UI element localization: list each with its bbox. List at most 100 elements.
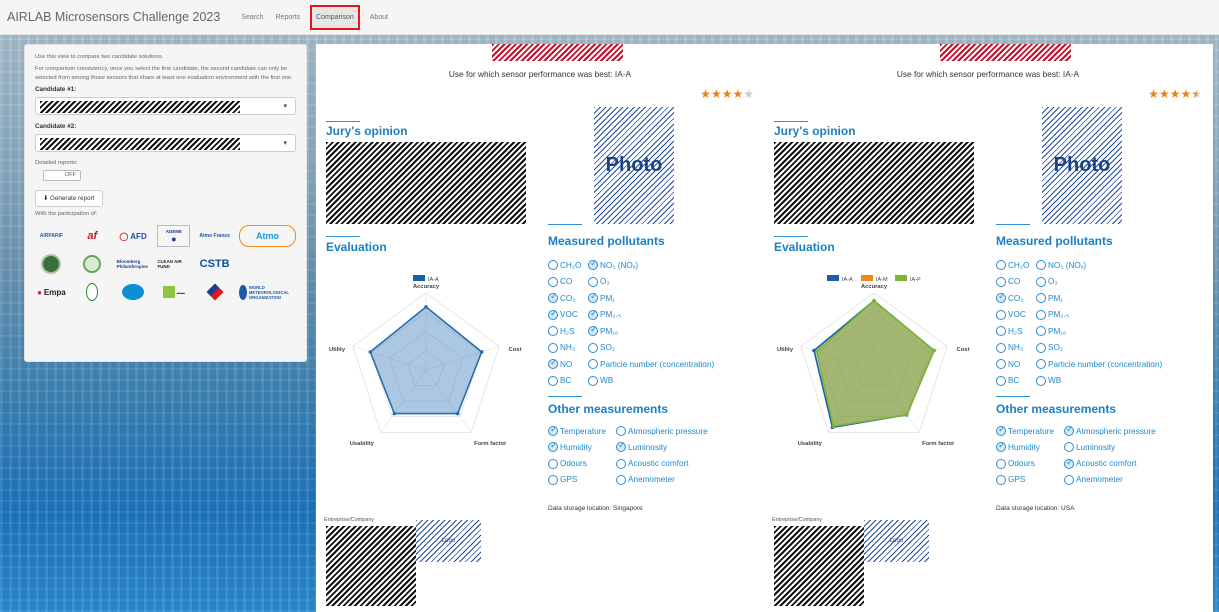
nav-reports[interactable]: Reports (276, 14, 301, 21)
measurement-label: H₂S (560, 326, 575, 336)
storage-location: Data storage location: USA (996, 505, 1075, 512)
logo-bloomberg: Bloomberg Philanthropies (116, 259, 148, 270)
partner-logos: AIRPARIF af ◯ AFD ADEME ● Atmo France Atmo… (35, 225, 296, 303)
radar-point (904, 413, 909, 417)
empty-circle-icon (1036, 326, 1046, 336)
measurement-label: Acoustic comfort (1076, 459, 1137, 469)
radar-series-IA-P (816, 299, 935, 428)
star-half-icon: ★ (1191, 87, 1202, 101)
measurement-label: Acoustic comfort (628, 459, 689, 469)
empty-circle-icon (616, 426, 626, 436)
radar-series-IA-A (369, 305, 483, 415)
empty-circle-icon (1064, 474, 1074, 485)
nav-comparison[interactable]: Comparison (310, 4, 360, 30)
empty-circle-icon (548, 260, 558, 270)
radar-axis-label: Accuracy (413, 284, 440, 290)
radar-axis-label: Cost (957, 347, 970, 353)
intro-text: Use this view to compare two candidate s… (35, 54, 164, 60)
section-underline (774, 121, 808, 122)
candidate1-label: Candidate #1: (35, 86, 77, 94)
star-icon: ★ (721, 87, 733, 101)
empty-circle-icon (996, 458, 1006, 469)
nav-search[interactable]: Search (241, 14, 263, 21)
measurement-label: PM₁ (600, 293, 616, 303)
measurement-item: Luminosity (1064, 440, 1115, 454)
logo-ademe: ADEME ● (157, 225, 191, 248)
measurement-item: Acoustic comfort (1064, 457, 1137, 471)
empty-circle-icon (588, 359, 598, 369)
empty-circle-icon (588, 342, 598, 353)
jury-opinion-title: Jury's opinion (774, 124, 856, 138)
legend-swatch (861, 275, 873, 281)
radar-axis-label: Usability (350, 441, 375, 447)
measurement-label: SO₂ (1048, 343, 1064, 352)
empty-circle-icon (1064, 442, 1074, 453)
star-icon: ★ (1169, 87, 1181, 101)
logo-atmo-france: Atmo France (199, 233, 230, 240)
empty-circle-icon (996, 326, 1006, 336)
measurement-item: BC (548, 374, 571, 388)
logo-round-green (35, 253, 68, 275)
section-underline (326, 236, 360, 237)
redacted-jury-opinion (326, 142, 526, 224)
measurement-item: H₂S (548, 324, 575, 338)
other-measurements-title: Other measurements (548, 402, 669, 416)
measurement-item: O₃ (1036, 275, 1058, 289)
star-icon: ★ (732, 87, 744, 101)
measurement-label: Particle number (concentration) (600, 359, 715, 369)
measurement-label: Humidity (560, 442, 592, 452)
candidate1-column: Use for which sensor performance was bes… (316, 44, 764, 612)
measurement-item: Luminosity (616, 440, 667, 454)
measurement-item: Particle number (concentration) (1036, 357, 1162, 371)
measurement-label: WB (600, 376, 614, 385)
best-use-text: Use for which sensor performance was bes… (896, 69, 1080, 79)
empty-circle-icon (1036, 276, 1046, 287)
generate-report-button[interactable]: ⬇ Generate report (35, 190, 103, 208)
candidate1-select[interactable]: ▾ (35, 97, 296, 116)
company-label: Entreprise/Company (772, 517, 823, 523)
empty-circle-icon (588, 276, 598, 287)
comparison-panel: Use for which sensor performance was bes… (316, 44, 1213, 612)
empty-circle-icon (548, 375, 558, 386)
detailed-reports-toggle[interactable]: OFF (43, 170, 81, 182)
checked-circle-icon (996, 440, 1006, 453)
measurement-label: SO₂ (600, 343, 616, 352)
checked-circle-icon (548, 440, 558, 453)
checked-circle-icon (588, 324, 598, 336)
empty-circle-icon (616, 458, 626, 469)
measurement-label: BC (1008, 376, 1020, 385)
measurement-item: NO₂ (NOₓ) (1036, 258, 1086, 272)
rating-stars: ★★★★★ (700, 87, 754, 101)
measurement-item: Acoustic comfort (616, 457, 689, 471)
measurement-label: PM₂.₅ (1048, 310, 1070, 319)
measurement-item: PM₂.₅ (588, 308, 621, 322)
measurement-item: CO₂ (548, 291, 575, 305)
measurement-item: CO (996, 275, 1020, 289)
empty-circle-icon (548, 474, 558, 485)
other-measurements-title: Other measurements (996, 402, 1117, 416)
empty-circle-icon (1036, 375, 1046, 386)
brand-title[interactable]: AIRLAB Microsensors Challenge 2023 (7, 10, 220, 24)
candidate2-select[interactable]: ▾ (35, 134, 296, 153)
empty-circle-icon (548, 326, 558, 336)
measurement-label: VOC (1008, 310, 1026, 319)
candidate2-column: Use for which sensor performance was bes… (764, 44, 1212, 612)
checked-circle-icon (548, 308, 558, 320)
chevron-down-icon: ▾ (283, 103, 287, 111)
radar-point (455, 411, 460, 416)
logo-empty (239, 253, 296, 275)
company-logo: Logo (864, 520, 929, 562)
measurement-label: CH₂O (1008, 260, 1030, 270)
logo-clean-air-fund: CLEAN AIR FUND (157, 259, 182, 270)
star-icon: ★ (1180, 87, 1192, 101)
radar-point (815, 349, 819, 354)
empty-circle-icon (1036, 342, 1046, 353)
section-underline (996, 396, 1030, 397)
checked-circle-icon (616, 440, 626, 453)
measurement-label: VOC (560, 310, 578, 319)
measurement-label: Temperature (1008, 426, 1054, 436)
measurement-label: NH₃ (1008, 343, 1024, 352)
radar-axis-label: Cost (509, 347, 522, 353)
nav-about[interactable]: About (370, 14, 388, 21)
measurement-item: Anemometer (1064, 473, 1123, 487)
